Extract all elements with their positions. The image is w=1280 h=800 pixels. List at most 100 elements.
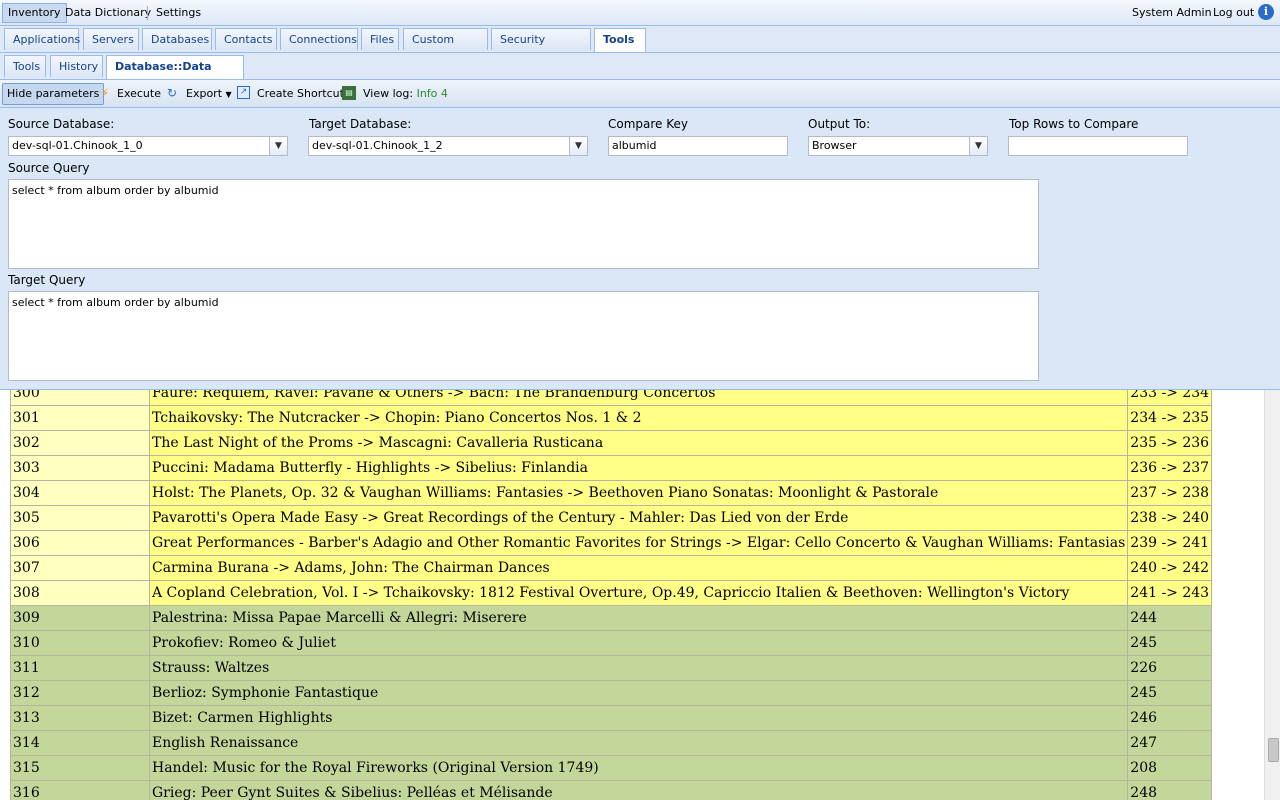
info-icon[interactable]: i [1258, 4, 1274, 20]
row-name-cell: Strauss: Waltzes [148, 655, 1129, 681]
row-name-cell: Great Performances - Barber's Adagio and… [148, 530, 1129, 556]
table-row: 306 Great Performances - Barber's Adagio … [10, 530, 1213, 556]
execute-button[interactable]: Execute [117, 84, 161, 104]
output-to-value: Browser [812, 139, 857, 152]
row-id-cell: 315 [10, 755, 150, 781]
row-value-cell: 248 [1127, 780, 1213, 800]
chevron-down-icon[interactable]: ▼ [969, 137, 987, 155]
table-row: 312 Berlioz: Symphonie Fantastique 245 [10, 680, 1213, 706]
user-name[interactable]: System Admin [1132, 4, 1212, 22]
chevron-down-icon[interactable]: ▼ [269, 137, 287, 155]
source-query-label: Source Query [8, 161, 90, 175]
source-query-textarea[interactable]: select * from album order by albumid [8, 179, 1039, 269]
source-database-label: Source Database: [8, 117, 115, 131]
target-database-label: Target Database: [309, 117, 412, 131]
target-query-label: Target Query [8, 273, 86, 287]
execute-icon[interactable]: ⚡ [98, 86, 112, 100]
row-name-cell: Bizet: Carmen Highlights [148, 705, 1129, 731]
table-row: 313 Bizet: Carmen Highlights 246 [10, 705, 1213, 731]
subtab-data-diff[interactable]: Database::Data diff× [106, 55, 244, 95]
subtab-tools[interactable]: Tools [4, 55, 46, 77]
row-id-cell: 304 [10, 480, 150, 506]
row-id-cell: 303 [10, 455, 150, 481]
tab-contacts[interactable]: Contacts [215, 28, 277, 50]
sub-tab-strip: Tools History Database::Data diff× [0, 53, 1280, 95]
target-database-value: dev-sql-01.Chinook_1_2 [312, 139, 443, 152]
shortcut-icon[interactable]: ↗ [237, 86, 250, 99]
table-row: 304 Holst: The Planets, Op. 32 & Vaughan … [10, 480, 1213, 506]
toolbar: Hide parameters ⚡ Execute ↻ Export ▼ ↗ C… [0, 80, 1280, 108]
row-id-cell: 314 [10, 730, 150, 756]
target-database-select[interactable]: dev-sql-01.Chinook_1_2 ▼ [308, 136, 588, 156]
row-id-cell: 311 [10, 655, 150, 681]
tab-applications[interactable]: Applications [4, 28, 80, 50]
row-id-cell: 312 [10, 680, 150, 706]
tab-connections[interactable]: Connections [280, 28, 358, 50]
table-row: 311 Strauss: Waltzes 226 [10, 655, 1213, 681]
source-database-select[interactable]: dev-sql-01.Chinook_1_0 ▼ [8, 136, 288, 156]
table-row: 309 Palestrina: Missa Papae Marcelli & Al… [10, 605, 1213, 631]
row-id-cell: 310 [10, 630, 150, 656]
row-name-cell: The Last Night of the Proms -> Mascagni:… [148, 430, 1129, 456]
create-shortcut-button[interactable]: Create Shortcut [257, 84, 344, 104]
tab-files[interactable]: Files [361, 28, 399, 50]
row-id-cell: 308 [10, 580, 150, 606]
view-log-info: Info 4 [416, 87, 448, 100]
export-icon[interactable]: ↻ [165, 86, 179, 100]
row-value-cell: 247 [1127, 730, 1213, 756]
row-name-cell: Tchaikovsky: The Nutcracker -> Chopin: P… [148, 405, 1129, 431]
table-row: 307 Carmina Burana -> Adams, John: The Ch… [10, 555, 1213, 581]
output-to-label: Output To: [808, 117, 871, 131]
row-value-cell: 235 -> 236 [1127, 430, 1213, 456]
row-name-cell: Carmina Burana -> Adams, John: The Chair… [148, 555, 1129, 581]
row-value-cell: 238 -> 240 [1127, 505, 1213, 531]
tab-security-settings[interactable]: Security Settings [491, 28, 591, 68]
row-id-cell: 302 [10, 430, 150, 456]
row-name-cell: Prokofiev: Romeo & Juliet [148, 630, 1129, 656]
tab-databases[interactable]: Databases [142, 28, 212, 50]
row-value-cell: 241 -> 243 [1127, 580, 1213, 606]
chevron-down-icon[interactable]: ▼ [569, 137, 587, 155]
row-value-cell: 208 [1127, 755, 1213, 781]
export-button[interactable]: Export ▼ [186, 84, 232, 104]
menu-inventory[interactable]: Inventory [2, 3, 67, 23]
view-log-label: View log: [363, 87, 414, 100]
top-rows-label: Top Rows to Compare [1009, 117, 1139, 131]
row-id-cell: 309 [10, 605, 150, 631]
row-id-cell: 313 [10, 705, 150, 731]
top-rows-input[interactable] [1008, 136, 1188, 156]
table-row: 303 Puccini: Madama Butterfly - Highlight… [10, 455, 1213, 481]
scrollbar-thumb[interactable] [1268, 738, 1279, 762]
target-query-textarea[interactable]: select * from album order by albumid [8, 291, 1039, 381]
tab-servers[interactable]: Servers [83, 28, 139, 50]
log-icon[interactable]: ▤ [342, 86, 356, 100]
export-label: Export [186, 87, 223, 100]
logout-link[interactable]: Log out [1213, 4, 1254, 22]
row-name-cell: Berlioz: Symphonie Fantastique [148, 680, 1129, 706]
vertical-scrollbar[interactable] [1264, 390, 1280, 800]
table-row: 300 Fauré: Requiem, Ravel: Pavane & Other… [10, 390, 1213, 406]
row-value-cell: 237 -> 238 [1127, 480, 1213, 506]
menu-settings[interactable]: Settings [151, 4, 206, 22]
row-name-cell: Pavarotti's Opera Made Easy -> Great Rec… [148, 505, 1129, 531]
top-menu-bar: Inventory Data Dictionary Settings Syste… [0, 0, 1280, 26]
hide-parameters-button[interactable]: Hide parameters [2, 83, 105, 105]
tab-tools[interactable]: Tools [594, 28, 646, 52]
row-id-cell: 306 [10, 530, 150, 556]
row-id-cell: 316 [10, 780, 150, 800]
row-value-cell: 246 [1127, 705, 1213, 731]
row-value-cell: 240 -> 242 [1127, 555, 1213, 581]
tab-custom-fields[interactable]: Custom Fields [403, 28, 488, 68]
row-name-cell: English Renaissance [148, 730, 1129, 756]
chevron-down-icon: ▼ [225, 90, 232, 99]
view-log-button[interactable]: View log: Info 4 [363, 84, 448, 104]
row-id-cell: 305 [10, 505, 150, 531]
output-to-select[interactable]: Browser ▼ [808, 136, 988, 156]
row-name-cell: A Copland Celebration, Vol. I -> Tchaiko… [148, 580, 1129, 606]
compare-key-input[interactable]: albumid [608, 136, 788, 156]
table-row: 316 Grieg: Peer Gynt Suites & Sibelius: P… [10, 780, 1213, 800]
subtab-history[interactable]: History [50, 55, 103, 77]
menu-data-dictionary[interactable]: Data Dictionary [60, 4, 156, 22]
diff-result-grid: 300 Fauré: Requiem, Ravel: Pavane & Other… [0, 390, 1264, 800]
menu-separator [147, 6, 148, 20]
